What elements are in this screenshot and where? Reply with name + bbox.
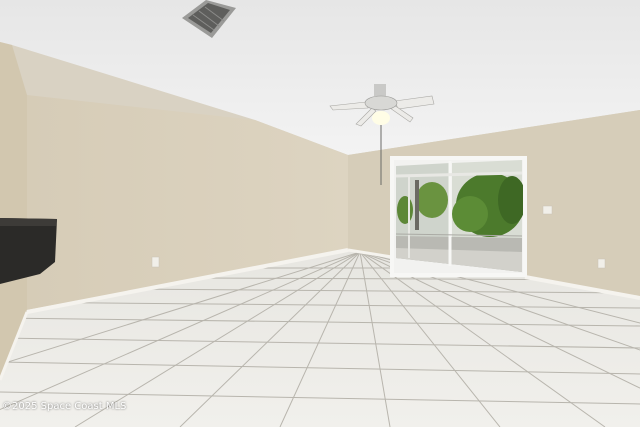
room-photo: ©2025 Space Coast MLS <box>0 0 640 427</box>
mls-watermark: ©2025 Space Coast MLS <box>2 401 127 412</box>
wall-outlet-left <box>151 256 160 268</box>
light-switch <box>542 205 553 215</box>
sliding-glass-door <box>390 156 527 277</box>
wall-outlet-right <box>597 258 606 269</box>
room-scene <box>0 0 640 427</box>
